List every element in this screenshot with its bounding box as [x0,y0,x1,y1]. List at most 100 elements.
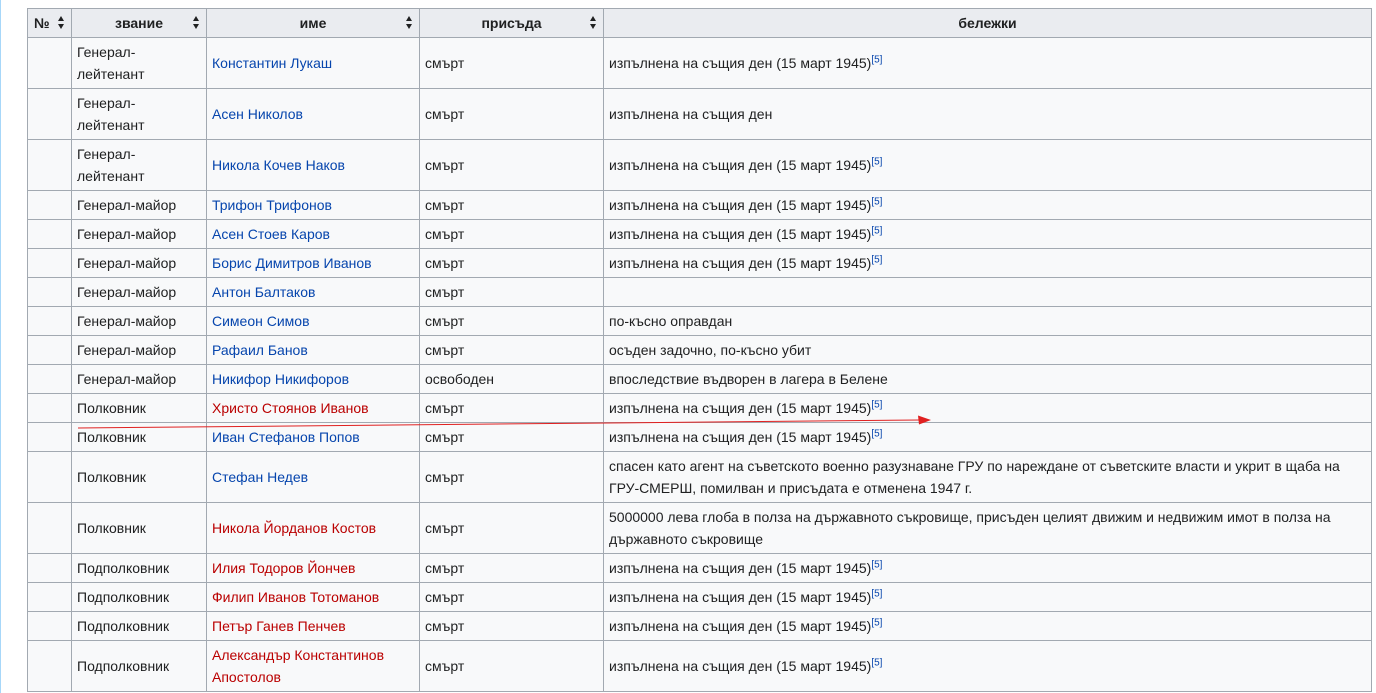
person-link[interactable]: Константин Лукаш [212,55,332,71]
table-row: Подполковник Филип Иванов Тотоманов смърт и… [27,582,1372,612]
table-row: Генерал-майор Трифон Трифонов смърт изпълне… [27,190,1372,220]
number-cell [27,611,72,641]
notes-cell [603,277,1372,307]
column-header-rank[interactable]: звание [71,8,207,38]
rank-cell: Полковник [71,451,207,503]
name-cell: Илия Тодоров Йончев [206,553,420,583]
reference-link[interactable]: [5] [871,254,882,265]
notes-cell: изпълнена на същия ден (15 март 1945)[5] [603,582,1372,612]
note-text: изпълнена на същия ден (15 март 1945) [609,255,872,271]
table-row: Генерал-майор Антон Балтаков смърт [27,277,1372,307]
sort-icon[interactable] [590,16,597,30]
reference-link[interactable]: [5] [871,559,882,570]
note-text: изпълнена на същия ден (15 март 1945) [609,429,872,445]
notes-cell: изпълнена на същия ден (15 март 1945)[5] [603,139,1372,191]
person-redlink[interactable]: Александър Константинов Апостолов [212,647,384,685]
name-cell: Никола Кочев Наков [206,139,420,191]
note-text: спасен като агент на съветското военно р… [609,458,1340,496]
number-cell [27,219,72,249]
number-cell [27,451,72,503]
reference-sup: [5] [871,225,882,236]
notes-cell: спасен като агент на съветското военно р… [603,451,1372,503]
rank-cell: Генерал-майор [71,335,207,365]
notes-cell: впоследствие въдворен в лагера в Белене [603,364,1372,394]
table-row: Полковник Иван Стефанов Попов смърт изпълне… [27,422,1372,452]
sentence-cell: смърт [419,37,604,89]
person-redlink[interactable]: Филип Иванов Тотоманов [212,589,379,605]
person-redlink[interactable]: Христо Стоянов Иванов [212,400,369,416]
name-cell: Симеон Симов [206,306,420,336]
sort-icon[interactable] [58,16,65,30]
name-cell: Никола Йорданов Костов [206,502,420,554]
person-link[interactable]: Стефан Недев [212,469,308,485]
column-header-notes-label: бележки [958,15,1017,31]
sentence-cell: смърт [419,502,604,554]
reference-link[interactable]: [5] [871,657,882,668]
table-row: Генерал-майор Никифор Никифоров освободен в… [27,364,1372,394]
column-header-name[interactable]: име [206,8,420,38]
reference-link[interactable]: [5] [871,399,882,410]
column-header-rank-label: звание [114,15,163,31]
notes-cell: изпълнена на същия ден (15 март 1945)[5] [603,422,1372,452]
reference-sup: [5] [871,399,882,410]
sentence-cell: смърт [419,139,604,191]
table-row: Генерал-майор Рафаил Банов смърт осъден зад… [27,335,1372,365]
column-header-notes: бележки [603,8,1372,38]
person-link[interactable]: Трифон Трифонов [212,197,332,213]
note-text: изпълнена на същия ден (15 март 1945) [609,589,872,605]
note-text: 5000000 лева глоба в полза на държавното… [609,509,1331,547]
rank-cell: Генерал-лейтенант [71,139,207,191]
person-link[interactable]: Симеон Симов [212,313,310,329]
reference-link[interactable]: [5] [871,428,882,439]
sort-icon[interactable] [193,16,200,30]
sentence-cell: смърт [419,190,604,220]
name-cell: Рафаил Банов [206,335,420,365]
number-cell [27,502,72,554]
reference-link[interactable]: [5] [871,196,882,207]
person-redlink[interactable]: Илия Тодоров Йончев [212,560,355,576]
rank-cell: Генерал-майор [71,306,207,336]
sort-icon[interactable] [406,16,413,30]
name-cell: Филип Иванов Тотоманов [206,582,420,612]
table-row: Полковник Христо Стоянов Иванов смърт изпъл… [27,393,1372,423]
note-text: изпълнена на същия ден (15 март 1945) [609,157,872,173]
rank-cell: Генерал-майор [71,219,207,249]
column-header-sentence[interactable]: присъда [419,8,604,38]
person-link[interactable]: Антон Балтаков [212,284,315,300]
person-link[interactable]: Никифор Никифоров [212,371,349,387]
reference-link[interactable]: [5] [871,54,882,65]
sentence-cell: смърт [419,88,604,140]
person-link[interactable]: Никола Кочев Наков [212,157,345,173]
reference-link[interactable]: [5] [871,617,882,628]
rank-cell: Генерал-майор [71,364,207,394]
column-header-number[interactable]: № [27,8,72,38]
note-text: впоследствие въдворен в лагера в Белене [609,371,888,387]
sentence-cell: смърт [419,393,604,423]
person-link[interactable]: Рафаил Банов [212,342,308,358]
table-row: Подполковник Петър Ганев Пенчев смърт изпъл… [27,611,1372,641]
notes-cell: изпълнена на същия ден (15 март 1945)[5] [603,219,1372,249]
person-link[interactable]: Борис Димитров Иванов [212,255,372,271]
reference-sup: [5] [871,54,882,65]
reference-link[interactable]: [5] [871,156,882,167]
reference-link[interactable]: [5] [871,225,882,236]
table-row: Генерал-майор Асен Стоев Каров смърт изпълн… [27,219,1372,249]
person-link[interactable]: Асен Николов [212,106,303,122]
person-link[interactable]: Иван Стефанов Попов [212,429,360,445]
rank-cell: Подполковник [71,582,207,612]
number-cell [27,37,72,89]
person-link[interactable]: Асен Стоев Каров [212,226,330,242]
reference-link[interactable]: [5] [871,588,882,599]
notes-cell: изпълнена на същия ден (15 март 1945)[5] [603,393,1372,423]
name-cell: Константин Лукаш [206,37,420,89]
reference-sup: [5] [871,196,882,207]
number-cell [27,248,72,278]
person-redlink[interactable]: Петър Ганев Пенчев [212,618,346,634]
number-cell [27,190,72,220]
rank-cell: Подполковник [71,553,207,583]
person-redlink[interactable]: Никола Йорданов Костов [212,520,376,536]
sentence-cell: смърт [419,640,604,692]
name-cell: Асен Стоев Каров [206,219,420,249]
table-container: № звание име присъда бележки Генерал-лей… [27,8,1372,692]
note-text: изпълнена на същия ден (15 март 1945) [609,226,872,242]
